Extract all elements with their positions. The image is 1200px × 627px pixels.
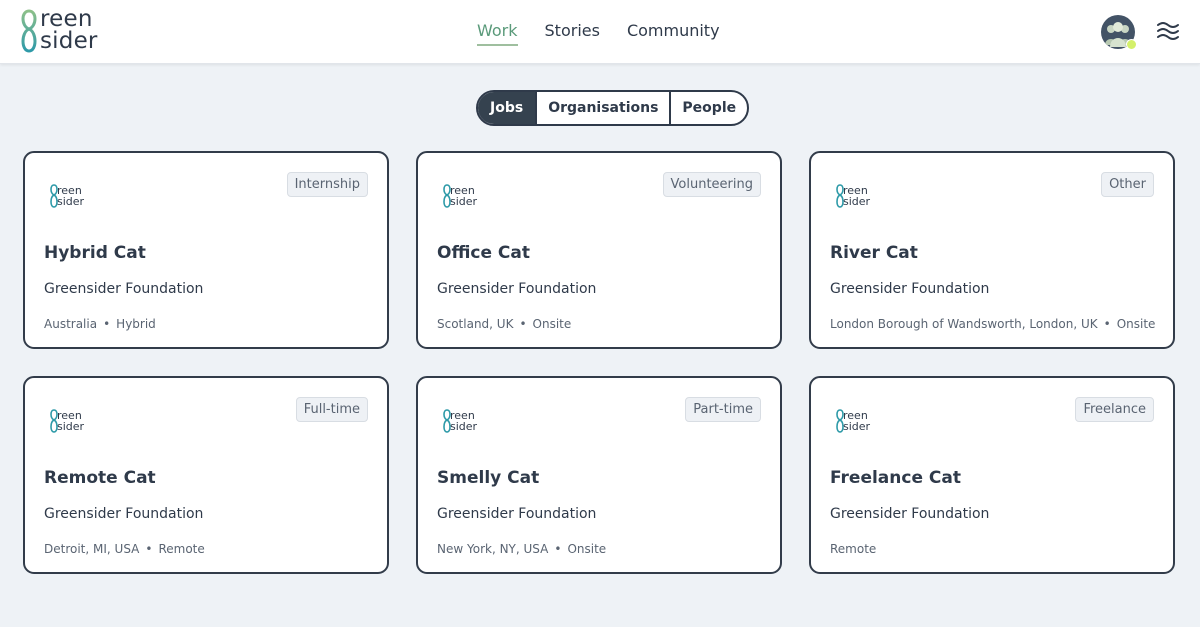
org-logo-text-bottom: sider (843, 420, 871, 433)
category-toggle: Jobs Organisations People (476, 90, 750, 126)
org-logo-text-bottom: sider (57, 420, 85, 433)
work-mode: Remote (158, 542, 205, 556)
job-location: Detroit, MI, USA • Remote (44, 542, 205, 556)
work-mode: Onsite (1116, 317, 1156, 331)
job-type-badge: Part-time (685, 397, 761, 422)
nav-community[interactable]: Community (627, 21, 720, 46)
organisation-name: Greensider Foundation (437, 281, 597, 297)
org-logo-text-bottom: sider (450, 420, 478, 433)
org-logo: reen sider (49, 183, 95, 211)
work-mode: Remote (830, 542, 877, 556)
job-title: Remote Cat (44, 468, 156, 488)
job-type-badge: Full-time (295, 397, 368, 422)
location-text: London Borough of Wandsworth, London, UK (830, 317, 1098, 331)
job-card[interactable]: reen sider Freelance Freelance Cat Green… (809, 376, 1175, 574)
job-location: Remote (830, 542, 876, 556)
greensider-logo[interactable]: reen sider (18, 7, 108, 57)
job-card[interactable]: reen sider Volunteering Office Cat Green… (416, 151, 782, 349)
location-text: Scotland, UK (437, 317, 514, 331)
organisation-name: Greensider Foundation (830, 506, 990, 522)
segment-people[interactable]: People (669, 92, 747, 124)
segment-jobs[interactable]: Jobs (478, 92, 536, 124)
org-logo: reen sider (835, 408, 881, 436)
location-text: Detroit, MI, USA (44, 542, 140, 556)
nav-work[interactable]: Work (477, 21, 518, 46)
separator-dot: • (145, 542, 153, 556)
work-mode: Hybrid (116, 317, 156, 331)
job-title: Office Cat (437, 243, 531, 263)
logo-icon (21, 9, 37, 53)
org-logo-text-bottom: sider (843, 195, 871, 208)
nav-stories[interactable]: Stories (545, 21, 600, 46)
job-card[interactable]: reen sider Full-time Remote Cat Greensid… (23, 376, 389, 574)
organisation-name: Greensider Foundation (437, 506, 597, 522)
location-text: New York, NY, USA (437, 542, 549, 556)
separator-dot: • (1103, 317, 1111, 331)
location-text: Australia (44, 317, 98, 331)
work-mode: Onsite (532, 317, 572, 331)
menu-icon[interactable] (1156, 20, 1180, 42)
job-card[interactable]: reen sider Internship Hybrid Cat Greensi… (23, 151, 389, 349)
job-type-badge: Volunteering (662, 172, 761, 197)
job-title: Freelance Cat (830, 468, 961, 488)
job-type-badge: Internship (286, 172, 368, 197)
main-nav: Work Stories Community (477, 21, 720, 46)
top-bar: reen sider Work Stories Community (0, 0, 1200, 64)
job-title: River Cat (830, 243, 918, 263)
job-card[interactable]: reen sider Other River Cat Greensider Fo… (809, 151, 1175, 349)
work-mode: Onsite (567, 542, 607, 556)
job-location: Scotland, UK • Onsite (437, 317, 571, 331)
separator-dot: • (554, 542, 562, 556)
organisation-name: Greensider Foundation (44, 506, 204, 522)
segment-organisations[interactable]: Organisations (535, 92, 669, 124)
job-title: Hybrid Cat (44, 243, 146, 263)
org-logo: reen sider (835, 183, 881, 211)
job-type-badge: Other (1101, 172, 1154, 197)
org-logo: reen sider (442, 183, 488, 211)
separator-dot: • (519, 317, 527, 331)
org-logo-text-bottom: sider (57, 195, 85, 208)
org-logo-text-bottom: sider (450, 195, 478, 208)
job-location: London Borough of Wandsworth, London, UK… (830, 317, 1155, 331)
job-title: Smelly Cat (437, 468, 540, 488)
org-logo: reen sider (442, 408, 488, 436)
organisation-name: Greensider Foundation (44, 281, 204, 297)
online-status-dot (1126, 39, 1137, 50)
separator-dot: • (103, 317, 111, 331)
job-location: New York, NY, USA • Onsite (437, 542, 606, 556)
org-logo: reen sider (49, 408, 95, 436)
organisation-name: Greensider Foundation (830, 281, 990, 297)
job-type-badge: Freelance (1075, 397, 1154, 422)
logo-text-bottom: sider (40, 28, 98, 54)
job-card[interactable]: reen sider Part-time Smelly Cat Greensid… (416, 376, 782, 574)
job-location: Australia • Hybrid (44, 317, 156, 331)
